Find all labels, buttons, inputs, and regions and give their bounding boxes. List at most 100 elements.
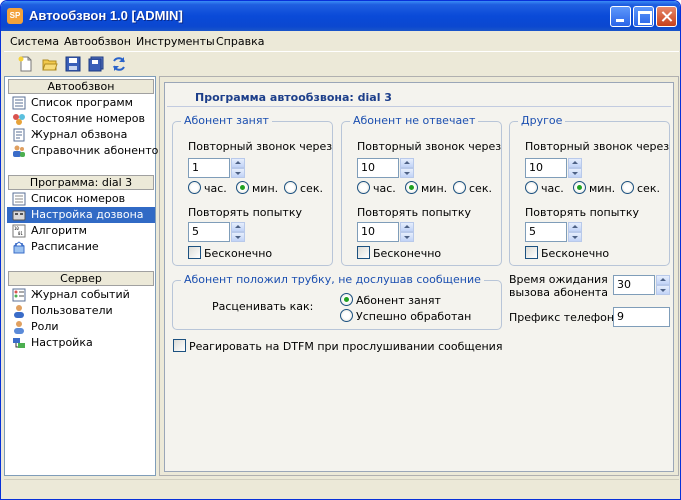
other-repeat-call-spinner[interactable]	[568, 158, 582, 178]
spin-down-icon[interactable]	[400, 232, 414, 242]
open-folder-icon[interactable]	[42, 56, 58, 72]
unit-hour-label: час.	[541, 182, 564, 195]
spin-up-icon[interactable]	[231, 158, 245, 168]
save-icon[interactable]	[65, 56, 81, 72]
unit-minute-label: мин.	[421, 182, 448, 195]
hangup-as-busy-radio[interactable]	[340, 293, 353, 306]
retry-label: Повторять попытку	[188, 206, 302, 219]
spin-up-icon[interactable]	[568, 158, 582, 168]
no-answer-retry-input[interactable]: 10	[357, 222, 399, 242]
no-answer-unit-second-radio[interactable]	[453, 181, 466, 194]
sidebar-item-label: Состояние номеров	[31, 112, 146, 125]
sidebar-item-schedule[interactable]: Расписание	[7, 239, 155, 255]
status-bar	[4, 479, 679, 498]
no-answer-repeat-call-input[interactable]: 10	[357, 158, 399, 178]
busy-repeat-call-spinner[interactable]	[231, 158, 245, 178]
other-unit-minute-radio[interactable]	[573, 181, 586, 194]
spin-up-icon[interactable]	[400, 158, 414, 168]
busy-unit-minute-radio[interactable]	[236, 181, 249, 194]
close-button[interactable]	[656, 6, 677, 27]
group-no-answer-legend: Абонент не отвечает	[350, 115, 479, 127]
menu-autodial[interactable]: Автообзвон	[64, 35, 131, 48]
menu-bar: Система Автообзвон Инструменты Справка	[4, 31, 679, 51]
group-header-program[interactable]: Программа: dial 3	[8, 175, 154, 190]
group-header-autodial[interactable]: Автообзвон	[8, 79, 154, 94]
spin-down-icon[interactable]	[231, 232, 245, 242]
spin-up-icon[interactable]	[400, 222, 414, 232]
no-answer-unit-minute-radio[interactable]	[405, 181, 418, 194]
app-window: SP Автообзвон 1.0 [ADMIN] Система Автооб…	[0, 0, 681, 500]
spin-down-icon[interactable]	[400, 168, 414, 178]
group-hangup: Абонент положил трубку, не дослушав сооб…	[172, 274, 502, 330]
window-title: Автообзвон 1.0 [ADMIN]	[29, 8, 183, 23]
sidebar-item-subscriber-directory[interactable]: Справочник абонентов	[7, 143, 165, 159]
menu-tools[interactable]: Инструменты	[136, 35, 215, 48]
no-answer-retry-spinner[interactable]	[400, 222, 414, 242]
hangup-as-busy-label: Абонент занят	[356, 294, 441, 307]
busy-unit-hour-radio[interactable]	[188, 181, 201, 194]
sidebar-item-label: Расписание	[31, 240, 99, 253]
sidebar-item-number-list[interactable]: Список номеров	[7, 191, 155, 207]
status-icon	[13, 114, 25, 125]
new-document-icon[interactable]	[18, 56, 34, 72]
dtmf-checkbox[interactable]	[173, 339, 186, 352]
sidebar-item-roles[interactable]: Роли	[7, 319, 155, 335]
spin-up-icon[interactable]	[656, 275, 670, 285]
wait-time-spinner[interactable]	[656, 275, 670, 295]
minimize-button[interactable]	[610, 6, 631, 27]
list-icon	[12, 96, 26, 110]
other-infinite-checkbox[interactable]	[525, 246, 538, 259]
hangup-as-success-radio[interactable]	[340, 309, 353, 322]
group-no-answer: Абонент не отвечает Повторный звонок чер…	[341, 115, 502, 266]
no-answer-unit-hour-radio[interactable]	[357, 181, 370, 194]
busy-retry-input[interactable]: 5	[188, 222, 230, 242]
infinite-label: Бесконечно	[541, 247, 610, 260]
other-repeat-call-input[interactable]: 10	[525, 158, 567, 178]
sidebar-item-server-settings[interactable]: Настройка	[7, 335, 155, 351]
spin-down-icon[interactable]	[568, 232, 582, 242]
sidebar-item-call-journal[interactable]: Журнал обзвона	[7, 127, 155, 143]
sidebar-item-users[interactable]: Пользователи	[7, 303, 155, 319]
maximize-button[interactable]	[633, 6, 654, 27]
busy-infinite-checkbox[interactable]	[188, 246, 201, 259]
menu-help[interactable]: Справка	[216, 35, 264, 48]
busy-repeat-call-input[interactable]: 1	[188, 158, 230, 178]
other-unit-hour-radio[interactable]	[525, 181, 538, 194]
group-header-server[interactable]: Сервер	[8, 271, 154, 286]
save-all-icon[interactable]	[88, 56, 104, 72]
title-bar[interactable]: SP Автообзвон 1.0 [ADMIN]	[1, 1, 680, 31]
sidebar-item-event-log[interactable]: Журнал событий	[7, 287, 155, 303]
group-other: Другое Повторный звонок через 10 час. ми…	[509, 115, 670, 266]
sidebar-item-label: Настройка дозвона	[31, 208, 144, 221]
spin-up-icon[interactable]	[568, 222, 582, 232]
retry-label: Повторять попытку	[525, 206, 639, 219]
menu-system[interactable]: Система	[10, 35, 59, 48]
spin-down-icon[interactable]	[568, 168, 582, 178]
phone-prefix-input[interactable]: 9	[613, 307, 670, 327]
sidebar-item-number-status[interactable]: Состояние номеров	[7, 111, 155, 127]
no-answer-repeat-call-spinner[interactable]	[400, 158, 414, 178]
other-retry-spinner[interactable]	[568, 222, 582, 242]
sidebar-item-dial-settings[interactable]: Настройка дозвона	[7, 207, 155, 223]
wait-time-input[interactable]: 30	[613, 275, 655, 295]
other-unit-second-radio[interactable]	[621, 181, 634, 194]
server-settings-icon	[13, 338, 25, 348]
refresh-icon[interactable]	[111, 56, 127, 72]
algorithm-icon: 1001	[12, 224, 26, 238]
toolbar	[4, 51, 679, 75]
spin-down-icon[interactable]	[231, 168, 245, 178]
sidebar-item-program-list[interactable]: Список программ	[7, 95, 155, 111]
phone-list-icon	[12, 192, 26, 206]
busy-retry-spinner[interactable]	[231, 222, 245, 242]
settings-icon	[12, 210, 26, 221]
no-answer-infinite-checkbox[interactable]	[357, 246, 370, 259]
events-icon	[12, 288, 26, 302]
spin-up-icon[interactable]	[231, 222, 245, 232]
repeat-call-label: Повторный звонок через	[525, 140, 670, 153]
busy-unit-second-radio[interactable]	[284, 181, 297, 194]
other-retry-input[interactable]: 5	[525, 222, 567, 242]
retry-label: Повторять попытку	[357, 206, 471, 219]
main-panel: Программа автообзвона: dial 3 Абонент за…	[159, 76, 679, 476]
sidebar-item-algorithm[interactable]: 10 01 Алгоритм	[7, 223, 155, 239]
spin-down-icon[interactable]	[656, 285, 670, 295]
